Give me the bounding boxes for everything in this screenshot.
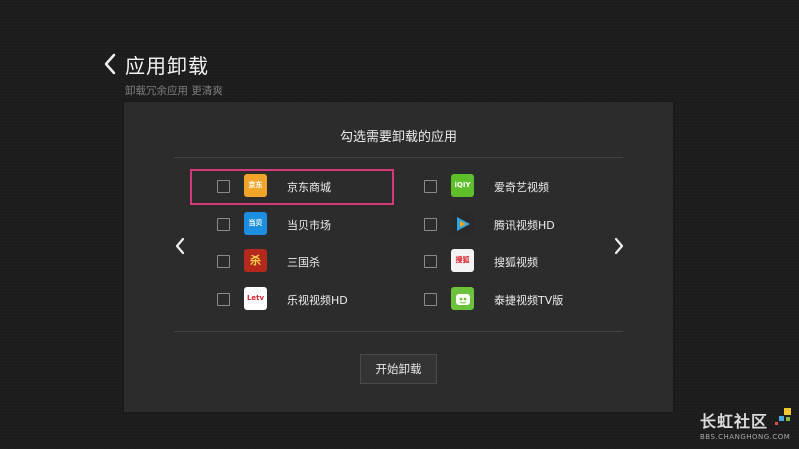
watermark-url: BBS.CHANGHONG.COM [700,433,791,441]
app-checkbox[interactable] [217,218,230,231]
app-icon-text: 京东 [248,181,263,189]
chevron-left-icon [104,53,116,75]
divider-bottom [174,331,623,332]
app-checkbox[interactable] [217,293,230,306]
chevron-left-icon [175,237,185,255]
divider-top [174,157,623,158]
app-item[interactable]: 腾讯视频HD [399,209,599,241]
app-item[interactable]: 搜狐 搜狐视频 [399,246,599,278]
app-checkbox[interactable] [424,255,437,268]
page-title: 应用卸载 [125,54,209,78]
app-icon-text: 当贝 [248,219,263,227]
sanguosha-icon: 杀 [244,249,267,272]
letv-icon: Letv [244,287,267,310]
app-name: 泰捷视频TV版 [494,294,564,307]
app-checkbox[interactable] [217,255,230,268]
app-item[interactable]: 泰捷视频TV版 [399,284,599,316]
sohu-video-icon: 搜狐 [451,249,474,272]
chevron-right-icon [614,237,624,255]
tencent-video-icon [451,212,474,235]
watermark: 长虹社区 BBS.CHANGHONG.COM [700,408,798,448]
page-subtitle: 卸载冗余应用 更清爽 [125,85,223,97]
app-name: 乐视视频HD [287,294,348,307]
app-icon-text: 搜狐 [455,256,470,264]
app-item[interactable]: Letv 乐视视频HD [192,284,392,316]
watermark-brand: 长虹社区 [700,412,769,431]
app-checkbox[interactable] [217,180,230,193]
panel-title: 勾选需要卸载的应用 [339,130,457,145]
start-uninstall-button[interactable]: 开始卸载 [360,354,437,384]
app-icon-text: Letv [246,294,265,302]
app-name: 京东商城 [287,181,331,194]
app-checkbox[interactable] [424,293,437,306]
app-item[interactable]: 京东 京东商城 [190,169,394,205]
next-page-button[interactable] [612,236,626,256]
app-item[interactable]: 当贝 当贝市场 [192,209,392,241]
dangbei-icon: 当贝 [244,212,267,235]
app-name: 三国杀 [287,256,320,269]
taijie-video-icon [451,287,474,310]
back-button[interactable] [100,52,120,76]
changhong-logo-icon [775,408,791,425]
app-item[interactable]: 杀 三国杀 [192,246,392,278]
uninstall-panel: 勾选需要卸载的应用 京东 京东商城 iQIY 爱奇艺视频当贝 当贝市场 腾讯视频HD 杀 三国… [124,102,673,412]
iqiyi-icon: iQIY [451,174,474,197]
app-icon-text: iQIY [454,181,471,189]
app-checkbox[interactable] [424,180,437,193]
app-name: 爱奇艺视频 [494,181,549,194]
app-name: 搜狐视频 [494,256,538,269]
app-checkbox[interactable] [424,218,437,231]
app-icon-text: 杀 [250,254,261,267]
app-name: 腾讯视频HD [494,219,555,232]
app-item[interactable]: iQIY 爱奇艺视频 [399,171,599,203]
jd-icon: 京东 [244,174,267,197]
prev-page-button[interactable] [173,236,187,256]
app-name: 当贝市场 [287,219,331,232]
